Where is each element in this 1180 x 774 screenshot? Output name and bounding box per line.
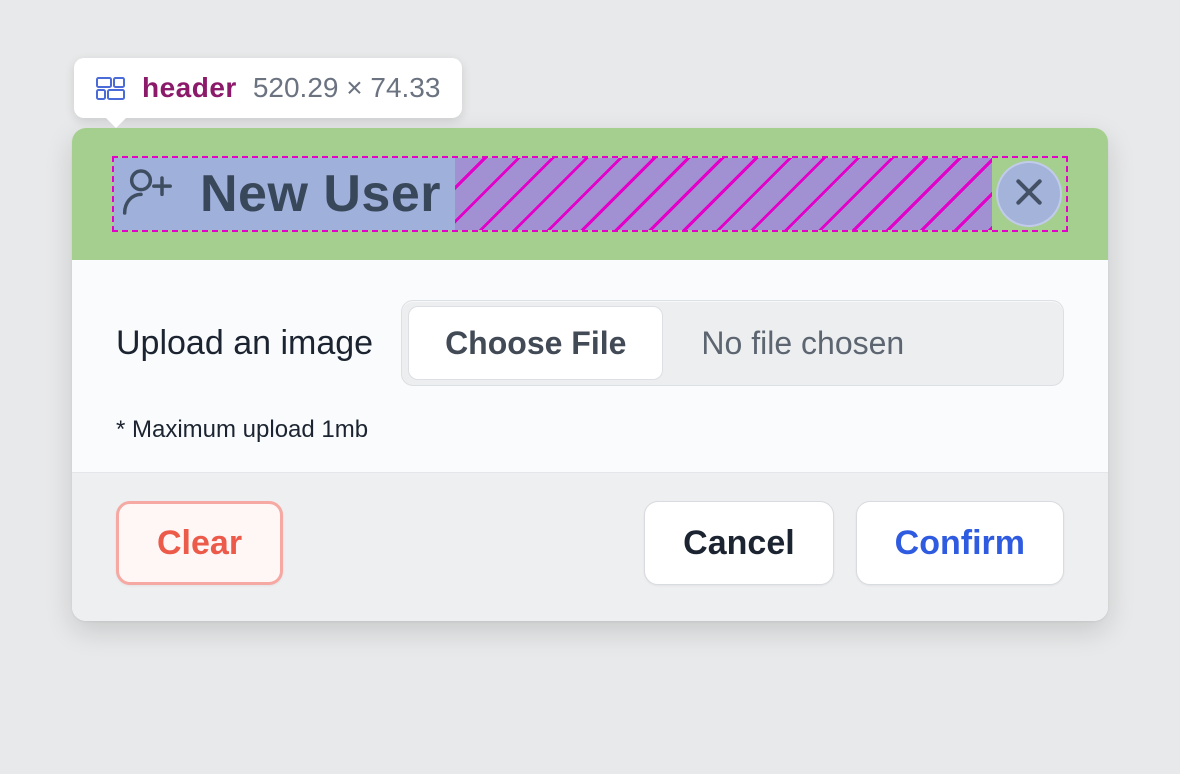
confirm-button[interactable]: Confirm [856,501,1064,585]
dialog-header: New User [72,128,1108,260]
file-chosen-status: No file chosen [669,325,904,362]
file-input[interactable]: Choose File No file chosen [401,300,1064,386]
close-icon [1013,176,1045,213]
dialog-header-title-block: New User [114,158,455,230]
upload-note: * Maximum upload 1mb [116,416,1064,444]
dialog-footer: Clear Cancel Confirm [72,472,1108,621]
layout-grid-icon [96,76,126,100]
tooltip-tag-name: header [142,72,237,104]
dialog-body: Upload an image Choose File No file chos… [72,260,1108,472]
dialog-header-flex-space [455,158,992,230]
add-user-icon [120,164,176,225]
choose-file-button[interactable]: Choose File [408,306,663,380]
dialog-header-inner: New User [112,156,1068,232]
tooltip-dimensions: 520.29 × 74.33 [253,72,441,104]
upload-label: Upload an image [116,324,373,363]
dialog-title: New User [200,164,441,224]
upload-row: Upload an image Choose File No file chos… [116,300,1064,386]
devtools-inspector-tooltip: header 520.29 × 74.33 [74,58,462,118]
close-button[interactable] [996,161,1062,227]
new-user-dialog: New User Upload an image Choose File No … [72,128,1108,621]
cancel-button[interactable]: Cancel [644,501,834,585]
clear-button[interactable]: Clear [116,501,283,585]
